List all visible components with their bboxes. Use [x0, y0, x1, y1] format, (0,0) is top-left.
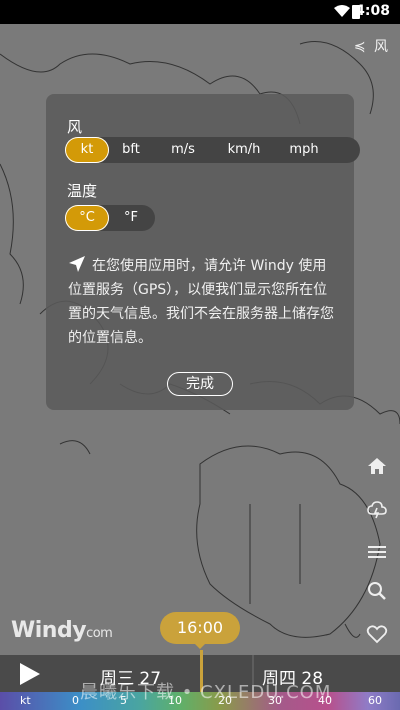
- temp-unit-celsius[interactable]: °C: [65, 205, 109, 231]
- wind-unit-bft[interactable]: bft: [109, 137, 153, 163]
- menu-icon[interactable]: [366, 541, 388, 563]
- heart-icon[interactable]: [366, 623, 388, 645]
- scale-unit: kt: [20, 694, 31, 707]
- scale-tick: 60: [368, 694, 382, 707]
- wind-section-label: 风: [67, 118, 83, 136]
- current-time-bubble[interactable]: 16:00: [160, 612, 240, 649]
- scale-tick: 0: [72, 694, 79, 707]
- temp-unit-fahrenheit[interactable]: °F: [109, 205, 153, 231]
- wind-unit-mph[interactable]: mph: [275, 137, 333, 163]
- wind-unit-selector: kt bft m/s km/h mph: [65, 137, 360, 163]
- units-dialog: 风 kt bft m/s km/h mph 温度 °C °F 在您使用应用时，请…: [46, 94, 360, 410]
- wind-unit-kt[interactable]: kt: [65, 137, 109, 163]
- wind-layer-toggle[interactable]: ≼ 风: [354, 36, 388, 56]
- wind-unit-kmh[interactable]: km/h: [213, 137, 275, 163]
- play-icon[interactable]: [20, 663, 40, 685]
- temp-section-label: 温度: [67, 182, 98, 200]
- search-icon[interactable]: [366, 580, 388, 602]
- watermark-text: 晨曦乐下载 • CXLEDU.COM: [80, 682, 332, 703]
- wind-layer-icon: ≼: [353, 39, 366, 55]
- cloud-icon[interactable]: [366, 499, 388, 521]
- location-message: 在您使用应用时，请允许 Windy 使用位置服务（GPS），以便我们显示您所在位…: [68, 254, 338, 350]
- status-time: 4:08: [355, 3, 390, 19]
- logo-main: Windy: [11, 618, 87, 643]
- status-bar: 4:08: [0, 0, 400, 24]
- done-button[interactable]: 完成: [167, 372, 233, 396]
- windy-logo: Windycom: [11, 618, 113, 643]
- wind-unit-ms[interactable]: m/s: [153, 137, 213, 163]
- temp-unit-selector: °C °F: [65, 205, 155, 231]
- wind-layer-label: 风: [374, 39, 388, 55]
- wifi-icon: [334, 5, 350, 17]
- location-message-text: 在您使用应用时，请允许 Windy 使用位置服务（GPS），以便我们显示您所在位…: [68, 258, 334, 346]
- logo-suffix: com: [86, 626, 113, 641]
- home-icon[interactable]: [366, 455, 388, 477]
- location-arrow-icon: [69, 256, 85, 272]
